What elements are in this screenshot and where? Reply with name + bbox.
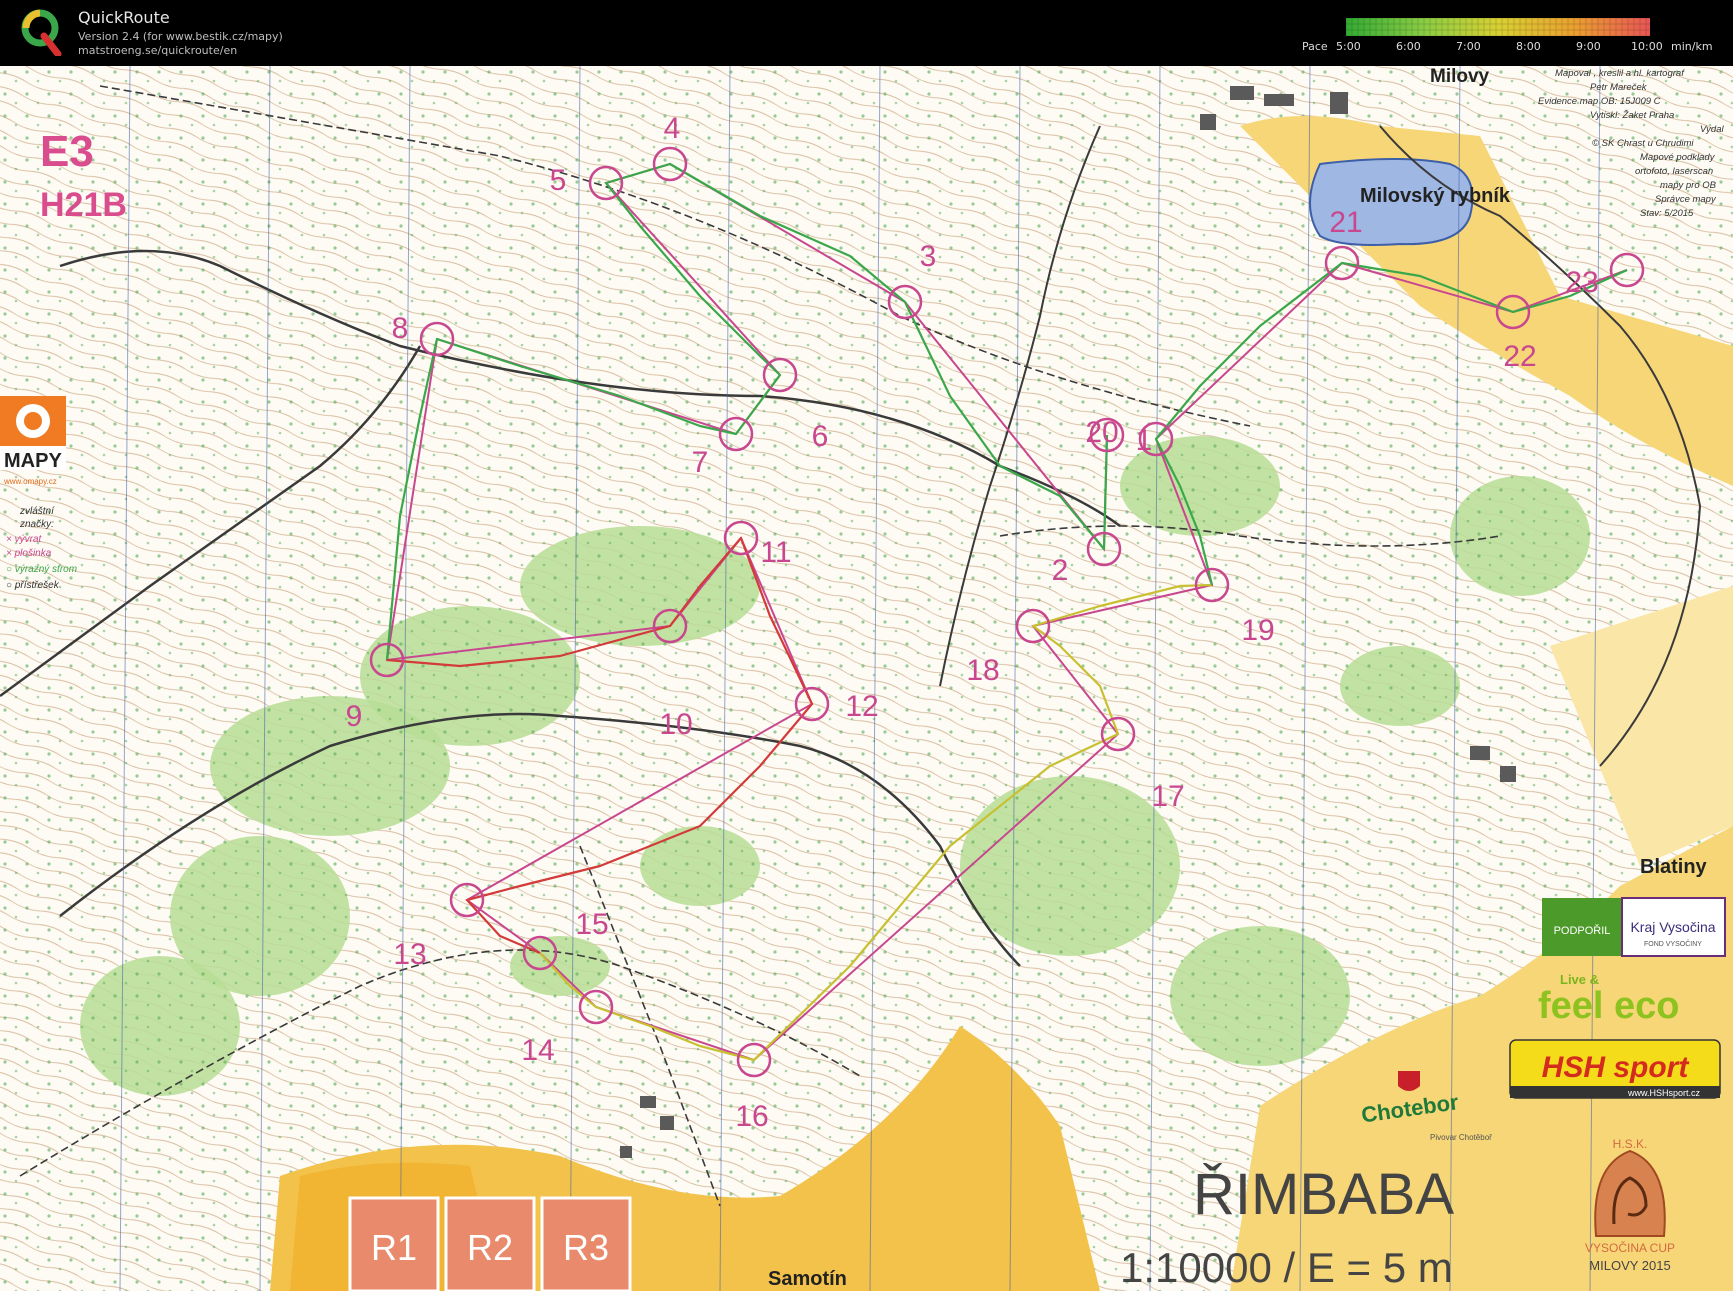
svg-text:www.HSHsport.cz: www.HSHsport.cz bbox=[1627, 1088, 1701, 1098]
control-number: 17 bbox=[1151, 780, 1184, 813]
course-name: H21B bbox=[40, 186, 127, 224]
svg-text:Mapové podklady: Mapové podklady bbox=[1640, 152, 1716, 163]
control-number: 4 bbox=[664, 112, 681, 145]
app-title: QuickRoute bbox=[78, 8, 170, 27]
svg-text:VYSOČINA CUP: VYSOČINA CUP bbox=[1585, 1240, 1675, 1255]
map-title: ŘIMBABA bbox=[1193, 1162, 1454, 1227]
pace-tick: 9:00 bbox=[1576, 40, 1601, 53]
app-subtitle: Version 2.4 (for www.bestik.cz/mapy) mat… bbox=[78, 30, 283, 58]
pace-tick: 8:00 bbox=[1516, 40, 1541, 53]
title-bar: QuickRoute Version 2.4 (for www.bestik.c… bbox=[0, 0, 1733, 66]
pace-label: Pace bbox=[1302, 40, 1328, 53]
relay-label: R3 bbox=[563, 1227, 609, 1268]
svg-text:PODPOŘIL: PODPOŘIL bbox=[1554, 924, 1611, 937]
control-number: 6 bbox=[812, 420, 829, 453]
pace-color-scale bbox=[1346, 18, 1650, 36]
relay-label: R1 bbox=[371, 1227, 417, 1268]
orienteering-map[interactable]: 123456789 1011121314151617181920212223 E3… bbox=[0, 66, 1733, 1291]
control-number: 8 bbox=[392, 312, 409, 345]
omapy-name: MAPY bbox=[4, 450, 62, 472]
control-number: 2 bbox=[1052, 554, 1069, 587]
control-number: 12 bbox=[845, 690, 878, 723]
svg-text:Pivovar Chotěboř: Pivovar Chotěboř bbox=[1430, 1133, 1492, 1142]
quickroute-logo-icon bbox=[21, 9, 62, 56]
control-number: 13 bbox=[393, 938, 426, 971]
svg-text:HSH sport: HSH sport bbox=[1542, 1051, 1691, 1084]
pace-tick: 6:00 bbox=[1396, 40, 1421, 53]
control-number: 21 bbox=[1329, 206, 1362, 239]
pace-tick: 10:00 bbox=[1631, 40, 1663, 53]
control-number: 22 bbox=[1503, 340, 1536, 373]
svg-text:Vytiskl: Žaket Praha: Vytiskl: Žaket Praha bbox=[1590, 110, 1674, 121]
svg-text:Mapoval , kreslil a hl. kartog: Mapoval , kreslil a hl. kartograf bbox=[1555, 68, 1685, 79]
svg-text:Správce mapy: Správce mapy bbox=[1655, 194, 1717, 205]
control-number: 7 bbox=[692, 446, 709, 479]
control-number: 11 bbox=[760, 536, 791, 569]
svg-text:Petr Mareček: Petr Mareček bbox=[1590, 82, 1648, 93]
control-number: 18 bbox=[966, 654, 999, 687]
lake-label: Milovský rybník bbox=[1360, 185, 1511, 207]
map-scale: 1:10000 / E = 5 m bbox=[1120, 1244, 1453, 1291]
village-label: Milovy bbox=[1430, 66, 1490, 87]
sponsor-kraj-vysocina: PODPOŘIL Kraj Vysočina FOND VYSOČINY bbox=[1542, 897, 1726, 957]
control-number: 10 bbox=[659, 708, 692, 741]
svg-text:× vývrat: × vývrat bbox=[6, 534, 43, 545]
control-number: 20 bbox=[1085, 416, 1118, 449]
svg-text:zvláštní: zvláštní bbox=[19, 506, 55, 517]
sponsor-hsh: HSH sport www.HSHsport.cz bbox=[1509, 1039, 1721, 1099]
svg-text:○ přístřešek: ○ přístřešek bbox=[6, 580, 60, 591]
svg-text:značky:: značky: bbox=[19, 519, 54, 530]
control-number: 5 bbox=[550, 164, 567, 197]
svg-text:mapy pro OB: mapy pro OB bbox=[1660, 180, 1717, 191]
pace-unit: min/km bbox=[1671, 40, 1713, 53]
svg-text:○ výrazný strom: ○ výrazný strom bbox=[6, 564, 77, 575]
control-number: 16 bbox=[735, 1100, 768, 1133]
svg-text:H.S.K.: H.S.K. bbox=[1613, 1137, 1648, 1151]
svg-text:© SK Chrast u Chrudimi: © SK Chrast u Chrudimi bbox=[1592, 138, 1694, 149]
svg-text:Kraj Vysočina: Kraj Vysočina bbox=[1630, 919, 1715, 935]
svg-text:MILOVY 2015: MILOVY 2015 bbox=[1589, 1258, 1670, 1273]
control-number: 3 bbox=[920, 240, 937, 273]
control-number: 9 bbox=[346, 700, 363, 733]
svg-text:× plošinka: × plošinka bbox=[6, 548, 52, 559]
omapy-url: www.omapy.cz bbox=[3, 477, 57, 486]
control-number: 23 bbox=[1565, 266, 1598, 299]
class-code: E3 bbox=[40, 127, 94, 176]
control-number: 14 bbox=[521, 1034, 554, 1067]
app-version: Version 2.4 (for www.bestik.cz/mapy) bbox=[78, 30, 283, 43]
village-label: Samotín bbox=[768, 1268, 847, 1290]
svg-text:Stav: 5/2015: Stav: 5/2015 bbox=[1640, 208, 1694, 219]
pace-tick: 5:00 bbox=[1336, 40, 1361, 53]
relay-label: R2 bbox=[467, 1227, 513, 1268]
control-number: 15 bbox=[575, 908, 608, 941]
svg-text:Vydal: Vydal bbox=[1700, 124, 1724, 135]
control-number: 19 bbox=[1241, 614, 1274, 647]
relay-boxes: R1 R2 R3 bbox=[348, 1196, 632, 1291]
app-url: matstroeng.se/quickroute/en bbox=[78, 44, 238, 57]
svg-text:Evidence map OB: 15J009 C: Evidence map OB: 15J009 C bbox=[1538, 96, 1661, 107]
svg-text:feel eco: feel eco bbox=[1538, 985, 1680, 1027]
village-label: Blatiny bbox=[1640, 856, 1708, 878]
svg-text:FOND VYSOČINY: FOND VYSOČINY bbox=[1644, 939, 1702, 948]
svg-text:ortofoto, laserscan: ortofoto, laserscan bbox=[1635, 166, 1713, 177]
pace-tick: 7:00 bbox=[1456, 40, 1481, 53]
